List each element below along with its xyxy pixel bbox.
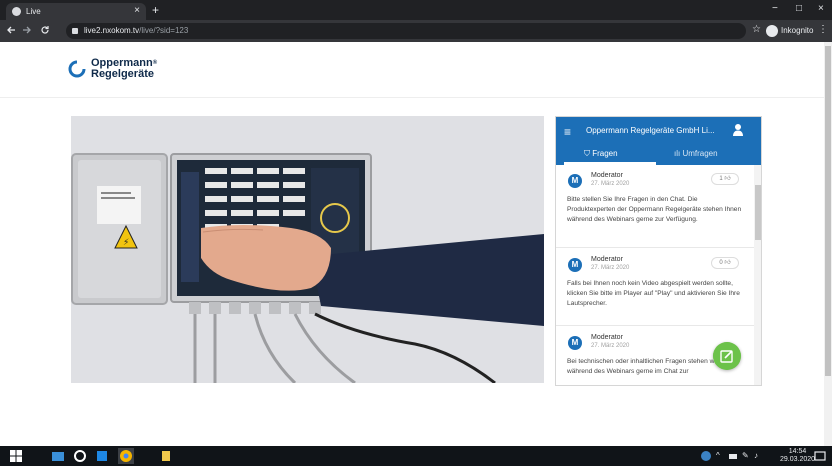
avatar: M	[568, 258, 582, 272]
message-author: Moderator	[591, 256, 623, 263]
question-icon: ⛉	[584, 149, 593, 158]
back-icon[interactable]	[6, 25, 16, 35]
chat-tabs: ⛉ Fragen ılı Umfragen	[556, 145, 761, 165]
message-date: 27. März 2020	[591, 343, 630, 349]
chrome-icon[interactable]	[118, 448, 134, 464]
message-author: Moderator	[591, 172, 623, 179]
message-text: Falls bei Ihnen noch kein Video abgespie…	[567, 280, 740, 307]
message-date: 27. März 2020	[591, 181, 630, 187]
app-icon[interactable]	[160, 450, 172, 462]
video-frame-image: ⚡	[71, 116, 544, 383]
store-icon[interactable]	[96, 450, 108, 462]
brand-logo: Oppermann® Regelgeräte	[91, 57, 158, 80]
svg-text:⚡: ⚡	[123, 238, 129, 248]
like-button[interactable]: 1 👍︎	[711, 173, 739, 185]
message-divider	[556, 247, 754, 248]
incognito-icon[interactable]	[766, 25, 778, 37]
forward-icon[interactable]	[22, 25, 32, 35]
page-scrollbar[interactable]	[824, 42, 832, 446]
minimize-button[interactable]: −	[772, 3, 778, 14]
tab-umfragen[interactable]: ılı Umfragen	[674, 149, 718, 158]
url-text: live2.nxokom.tv/live/?sid=123	[84, 26, 189, 35]
close-window-button[interactable]: ×	[818, 3, 824, 14]
page-content: Oppermann® Regelgeräte ⚡ ≡ Oppermann Reg…	[0, 42, 824, 446]
message-text: Bitte stellen Sie Ihre Fragen in den Cha…	[567, 196, 742, 223]
battery-icon[interactable]	[728, 450, 738, 462]
browser-menu-icon[interactable]: ⋮	[818, 24, 828, 35]
browser-tab-strip: Live × + − □ ×	[0, 0, 832, 20]
chat-scrollbar-thumb[interactable]	[755, 185, 761, 240]
notification-icon[interactable]	[814, 450, 826, 462]
tab-close-button[interactable]: ×	[134, 5, 140, 16]
tab-favicon-icon	[12, 7, 21, 16]
chat-title: Oppermann Regelgeräte GmbH Li...	[586, 126, 715, 135]
user-profile-icon[interactable]	[732, 123, 744, 137]
tray-chevron-icon[interactable]: ^	[716, 451, 720, 460]
thumbs-up-icon: 👍︎	[724, 176, 731, 182]
reload-icon[interactable]	[40, 25, 50, 35]
avatar: M	[568, 336, 582, 350]
like-button[interactable]: 0 👍︎	[711, 257, 739, 269]
tab-title: Live	[26, 7, 41, 16]
pen-icon[interactable]: ✎	[742, 451, 749, 460]
bookmark-star-icon[interactable]: ☆	[752, 24, 761, 35]
oppermann-logo-icon	[68, 60, 86, 78]
volume-icon[interactable]: ♪	[754, 451, 758, 460]
avatar: M	[568, 174, 582, 188]
edge-icon[interactable]	[74, 450, 86, 462]
new-tab-button[interactable]: +	[152, 3, 159, 17]
system-clock[interactable]: 14:54 29.03.2020	[780, 448, 815, 464]
message-divider	[556, 325, 754, 326]
network-icon[interactable]	[700, 450, 712, 462]
browser-tab[interactable]: Live ×	[6, 3, 146, 20]
chat-scrollbar[interactable]	[754, 165, 761, 385]
menu-hamburger-icon[interactable]: ≡	[564, 125, 571, 139]
address-bar[interactable]: live2.nxokom.tv/live/?sid=123	[66, 23, 746, 39]
video-player[interactable]: ⚡	[71, 116, 544, 383]
message-date: 27. März 2020	[591, 265, 630, 271]
page-scrollbar-thumb[interactable]	[825, 46, 831, 376]
maximize-button[interactable]: □	[796, 3, 802, 14]
incognito-label: Inkognito	[781, 26, 814, 35]
message-author: Moderator	[591, 334, 623, 341]
browser-toolbar: live2.nxokom.tv/live/?sid=123 ☆ Inkognit…	[0, 20, 832, 42]
compose-question-button[interactable]	[713, 342, 741, 370]
windows-start-icon[interactable]	[10, 450, 22, 462]
chat-header: ≡ Oppermann Regelgeräte GmbH Li...	[556, 117, 761, 145]
site-header: Oppermann® Regelgeräte	[0, 42, 824, 98]
thumbs-up-icon: 👍︎	[724, 260, 731, 266]
explorer-icon[interactable]	[52, 450, 64, 462]
lock-icon	[72, 28, 78, 34]
tab-fragen[interactable]: ⛉ Fragen	[584, 149, 618, 159]
windows-taskbar: ^ ✎ ♪ 14:54 29.03.2020	[0, 446, 832, 466]
